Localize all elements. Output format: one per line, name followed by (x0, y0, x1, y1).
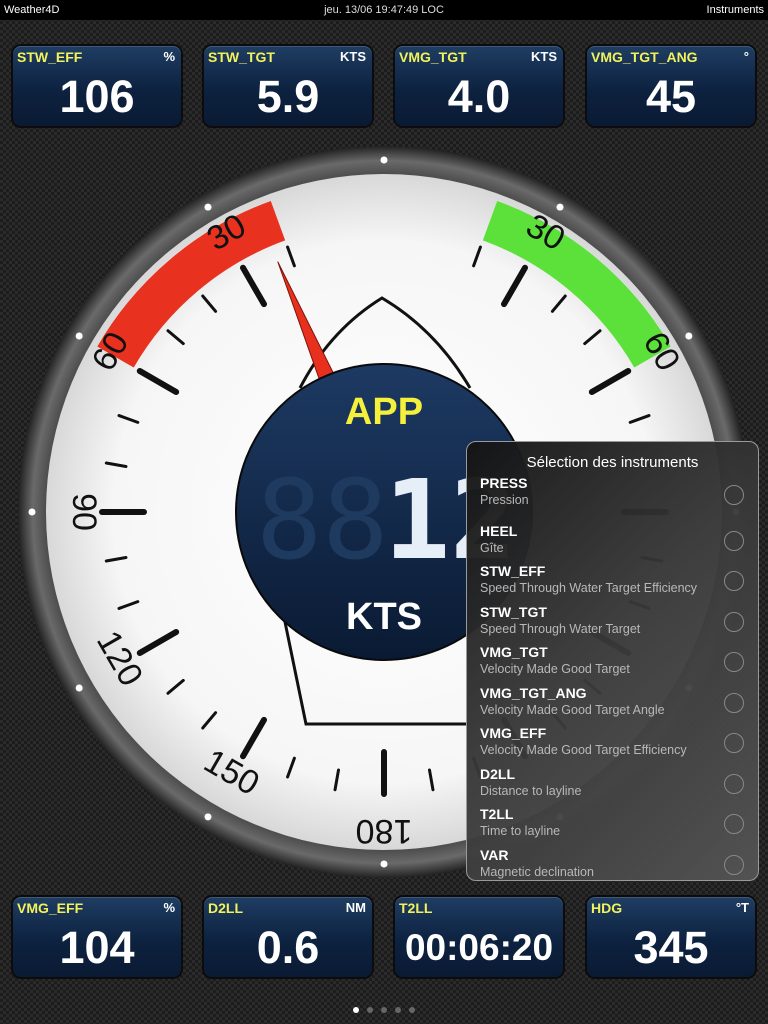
instrument-radio[interactable] (724, 531, 744, 551)
instrument-code: STW_TGT (480, 604, 547, 620)
tile-label: D2LL (208, 900, 243, 916)
instrument-code: D2LL (480, 766, 515, 782)
tile-t2ll[interactable]: T2LL 00:06:20 (395, 897, 563, 977)
tile-value: 345 (633, 922, 709, 973)
bezel-dot (75, 332, 83, 340)
tile-unit: % (163, 49, 175, 64)
tile-vmg-eff[interactable]: VMG_EFF % 104 (13, 897, 181, 977)
tile-unit: KTS (340, 49, 366, 64)
instrument-item-vmg-tgt[interactable]: VMG_TGT Velocity Made Good Target (467, 644, 758, 684)
instrument-radio[interactable] (724, 774, 744, 794)
tile-stw-tgt[interactable]: STW_TGT KTS 5.9 (204, 46, 372, 126)
instrument-selection-popover[interactable]: Sélection des instruments PRESS Pression… (466, 441, 759, 881)
tile-stw-eff[interactable]: STW_EFF % 106 (13, 46, 181, 126)
page-dot[interactable] (409, 1007, 415, 1013)
bezel-dot (75, 684, 83, 692)
instrument-item-heel[interactable]: HEEL Gîte (467, 523, 758, 563)
instrument-desc: Gîte (480, 541, 504, 555)
instrument-desc: Speed Through Water Target Efficiency (480, 581, 698, 595)
instrument-desc: Pression (480, 493, 529, 507)
bezel-dot (28, 508, 36, 516)
instrument-item-vmg-eff[interactable]: VMG_EFF Velocity Made Good Target Effici… (467, 725, 758, 765)
tile-vmg-tgt[interactable]: VMG_TGT KTS 4.0 (395, 46, 563, 126)
instrument-code: T2LL (480, 806, 514, 822)
instrument-desc: Magnetic declination (480, 865, 594, 879)
tile-value: 45 (645, 71, 697, 122)
instrument-code: VAR (480, 847, 509, 863)
status-datetime: jeu. 13/06 19:47:49 LOC (324, 4, 444, 16)
tile-label: VMG_TGT (399, 49, 467, 65)
tile-label: VMG_EFF (17, 900, 84, 916)
tile-value: 4.0 (447, 71, 511, 122)
gauge-mode-label: APP (345, 391, 423, 433)
bezel-dot (204, 813, 212, 821)
instrument-radio[interactable] (724, 571, 744, 591)
angle-label-180: 180 (356, 812, 413, 850)
tile-unit: % (163, 900, 175, 915)
instrument-code: VMG_EFF (480, 725, 547, 741)
status-bar: Weather4D jeu. 13/06 19:47:49 LOC Instru… (0, 0, 768, 20)
tile-value: 00:06:20 (404, 927, 554, 968)
instrument-radio[interactable] (724, 485, 744, 505)
gauge-digital-ghost: 88 (256, 456, 388, 584)
tile-vmg-tgt-ang[interactable]: VMG_TGT_ANG ° 45 (587, 46, 755, 126)
page-dot[interactable] (381, 1007, 387, 1013)
instrument-code: VMG_TGT (480, 644, 548, 660)
popover-title: Sélection des instruments (526, 454, 699, 471)
instrument-radio[interactable] (724, 855, 744, 875)
instrument-item-d2ll[interactable]: D2LL Distance to layline (467, 766, 758, 806)
instrument-radio[interactable] (724, 814, 744, 834)
tile-label: STW_EFF (17, 49, 83, 65)
bezel-dot (380, 860, 388, 868)
tile-value: 5.9 (256, 71, 320, 122)
tile-unit: °T (735, 900, 749, 915)
bezel-dot (556, 203, 564, 211)
tile-label: HDG (591, 900, 623, 916)
instrument-code: HEEL (480, 523, 518, 539)
tile-unit: NM (345, 900, 366, 915)
instrument-desc: Velocity Made Good Target Efficiency (480, 743, 687, 757)
bezel-dot (380, 156, 388, 164)
instrument-code: STW_EFF (480, 563, 546, 579)
instrument-item-t2ll[interactable]: T2LL Time to layline (467, 806, 758, 846)
instrument-desc: Velocity Made Good Target (480, 662, 630, 676)
page-dot[interactable] (395, 1007, 401, 1013)
tile-hdg[interactable]: HDG °T 345 (587, 897, 755, 977)
tile-label: STW_TGT (208, 49, 275, 65)
instrument-item-press[interactable]: PRESS Pression (467, 475, 758, 522)
instrument-radio[interactable] (724, 612, 744, 632)
instrument-desc: Velocity Made Good Target Angle (480, 703, 665, 717)
instrument-item-var[interactable]: VAR Magnetic declination (467, 847, 758, 880)
bezel-dot (204, 203, 212, 211)
instrument-item-vmg-tgt-ang[interactable]: VMG_TGT_ANG Velocity Made Good Target An… (467, 685, 758, 725)
bezel-dot (685, 332, 693, 340)
instrument-radio[interactable] (724, 733, 744, 753)
instrument-desc: Time to layline (480, 824, 561, 838)
instrument-item-stw-tgt[interactable]: STW_TGT Speed Through Water Target (467, 604, 758, 644)
tile-unit: ° (743, 49, 749, 64)
page-indicator[interactable] (0, 1000, 768, 1018)
instrument-code: PRESS (480, 475, 528, 491)
instrument-desc: Speed Through Water Target (480, 622, 641, 636)
tile-d2ll[interactable]: D2LL NM 0.6 (204, 897, 372, 977)
tile-value: 106 (59, 71, 135, 122)
instrument-code: VMG_TGT_ANG (480, 685, 587, 701)
angle-label-port-90: 90 (65, 493, 103, 531)
instrument-radio[interactable] (724, 652, 744, 672)
instrument-desc: Distance to layline (480, 784, 582, 798)
tile-value: 104 (59, 922, 135, 973)
instrument-item-stw-eff[interactable]: STW_EFF Speed Through Water Target Effic… (467, 563, 758, 603)
tile-unit: KTS (531, 49, 557, 64)
tile-label: T2LL (399, 900, 433, 916)
page-dot[interactable] (353, 1007, 359, 1013)
gauge-unit-label: KTS (346, 596, 422, 638)
tile-label: VMG_TGT_ANG (591, 49, 698, 65)
page-dot[interactable] (367, 1007, 373, 1013)
instrument-radio[interactable] (724, 693, 744, 713)
tile-value: 0.6 (256, 922, 320, 973)
instruments-menu-button[interactable]: Instruments (707, 0, 764, 20)
